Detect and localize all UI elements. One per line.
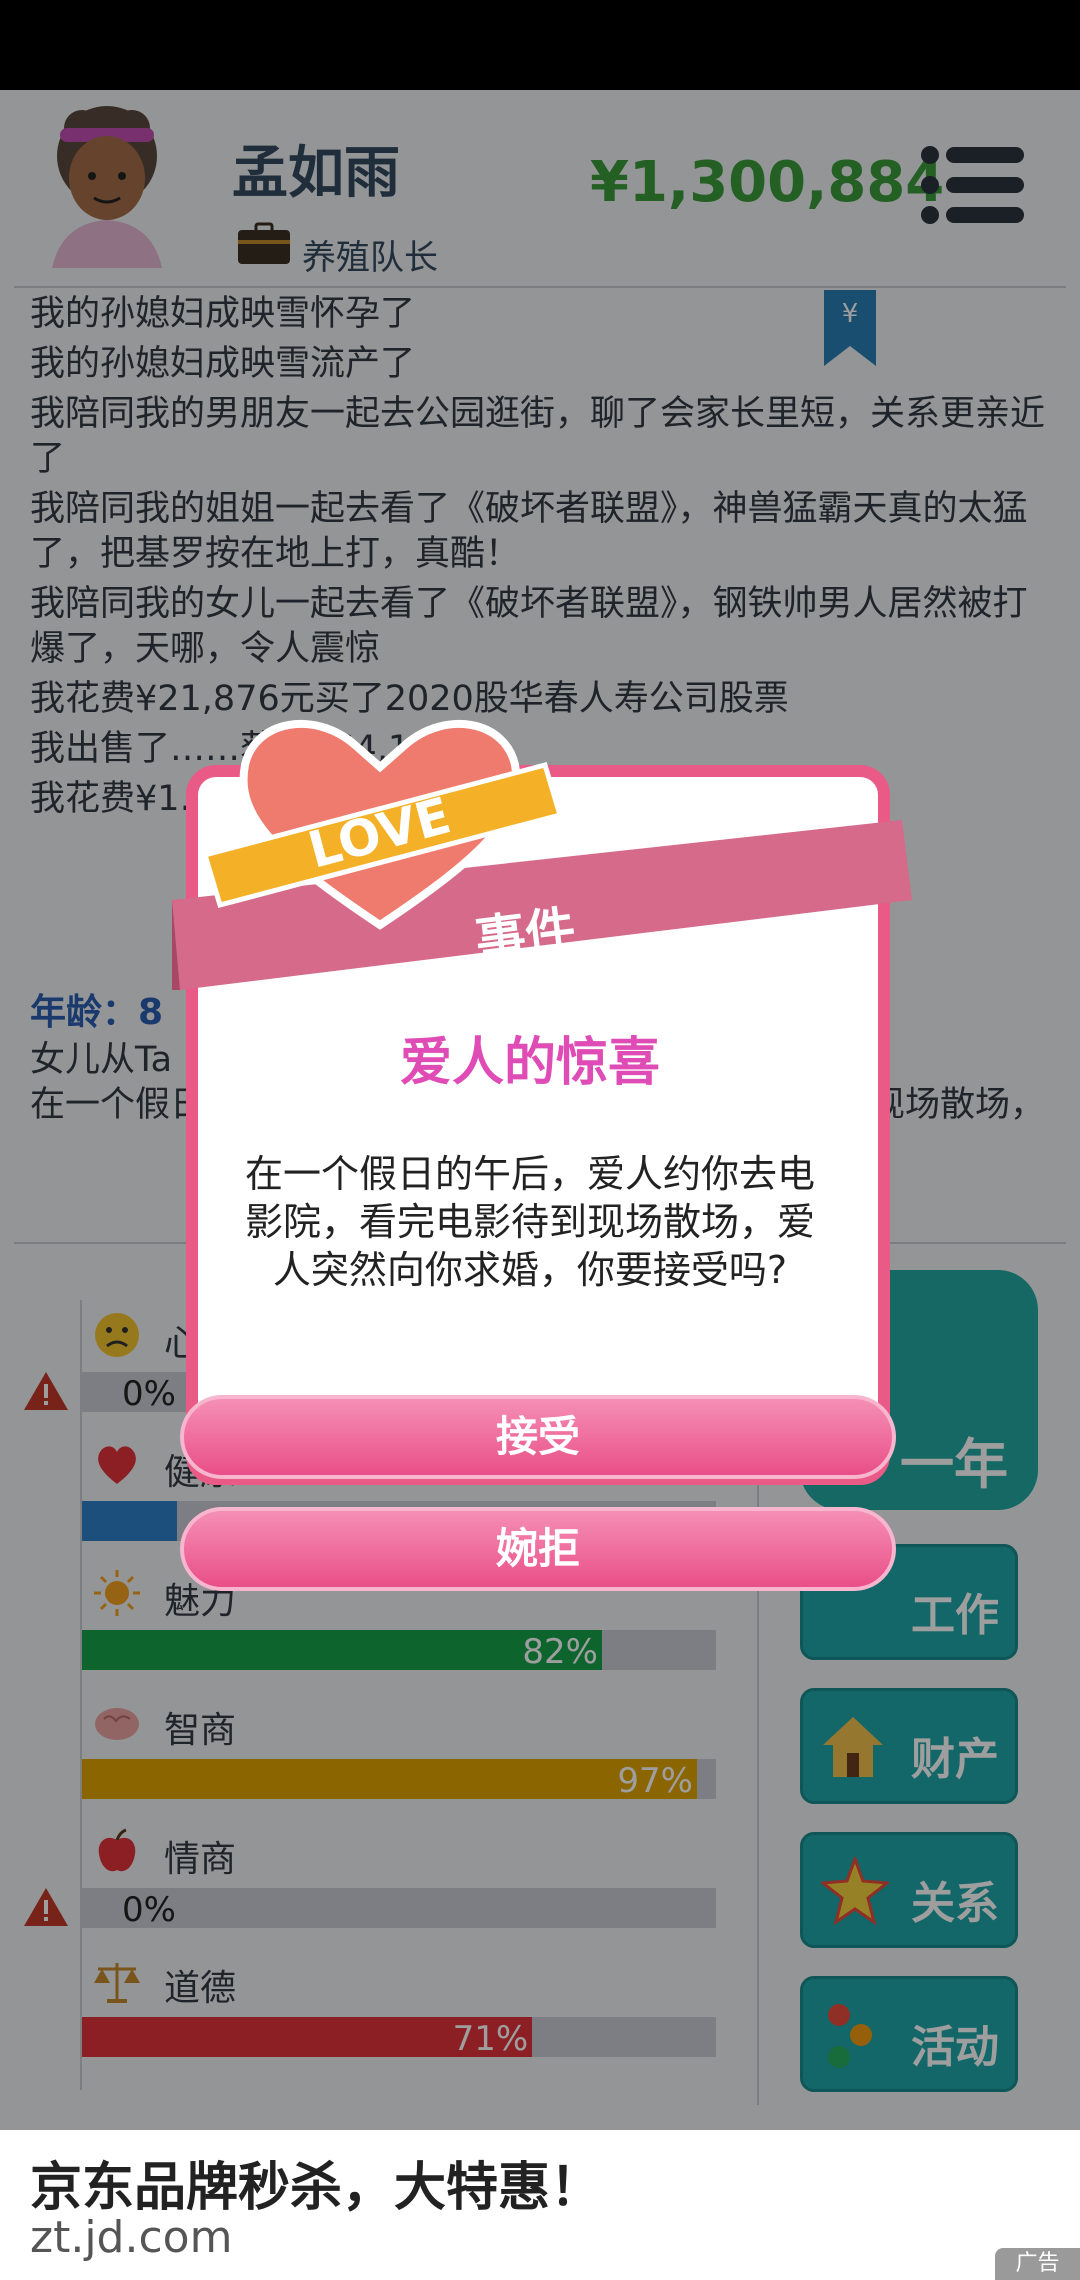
decline-button[interactable]: 婉拒 bbox=[180, 1507, 896, 1591]
dialog-body: 在一个假日的午后，爱人约你去电影院，看完电影待到现场散场，爱人突然向你求婚，你要… bbox=[244, 1152, 815, 1292]
decline-label: 婉拒 bbox=[495, 1524, 580, 1573]
status-bar bbox=[0, 0, 1080, 90]
ad-badge[interactable]: 广告 bbox=[995, 2248, 1080, 2280]
accept-label: 接受 bbox=[495, 1412, 580, 1461]
ad-url[interactable]: zt.jd.com bbox=[30, 2212, 232, 2263]
ad-title[interactable]: 京东品牌秒杀，大特惠！ bbox=[30, 2145, 602, 2220]
love-heart-icon: LOVE bbox=[201, 720, 564, 930]
accept-button[interactable]: 接受 bbox=[180, 1395, 896, 1479]
dialog-title: 爱人的惊喜 bbox=[399, 1033, 660, 1093]
